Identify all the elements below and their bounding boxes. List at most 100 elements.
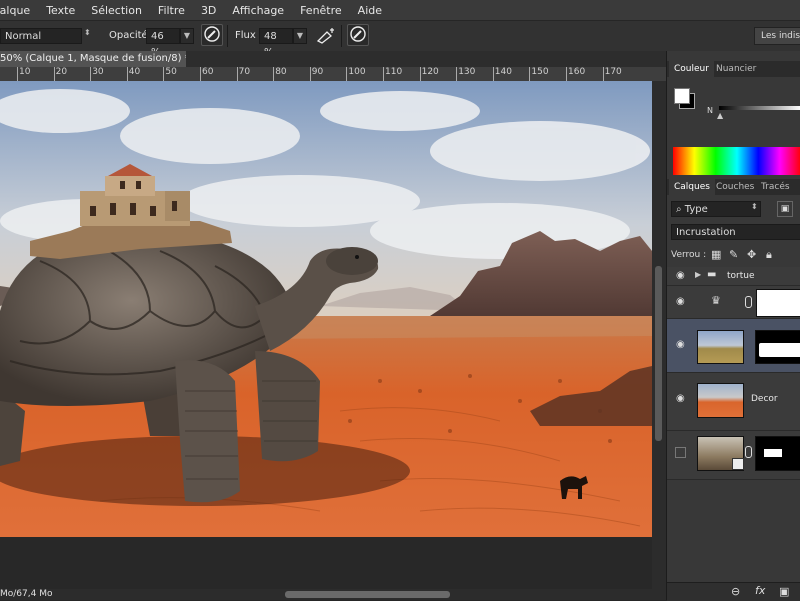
ruler-tick-mark: [200, 67, 201, 81]
tab-nuancier[interactable]: Nuancier: [711, 61, 761, 77]
ruler-tick-mark: [419, 67, 421, 81]
foreground-color-swatch[interactable]: [674, 88, 690, 104]
pressure-opacity-button[interactable]: [201, 24, 223, 46]
ruler-tick-label: 20: [55, 67, 68, 77]
opacity-input[interactable]: 46 %: [146, 28, 180, 58]
flux-dropdown[interactable]: ▼: [293, 28, 307, 44]
menu-3d[interactable]: 3D: [193, 4, 224, 17]
eye-icon[interactable]: ◉: [676, 393, 685, 404]
right-panel: Couleur Nuancier N ▲ Calques Couches Tra…: [666, 51, 800, 601]
layer-row-decor[interactable]: ◉ Decor: [667, 373, 800, 431]
ruler-tick-label: 160: [568, 67, 586, 77]
ruler-tick-label: 150: [531, 67, 549, 77]
ruler-tick-label: 40: [128, 67, 141, 77]
status-bar-doc-size[interactable]: Mo/67,4 Mo: [0, 589, 80, 600]
image-filter-icon[interactable]: ▣: [777, 201, 793, 217]
move-icon[interactable]: ✥: [747, 248, 756, 261]
tab-traces[interactable]: Tracés: [756, 179, 795, 195]
menu-selection[interactable]: Sélection: [83, 4, 150, 17]
ruler-tick-mark: [126, 67, 128, 81]
link-icon[interactable]: [745, 446, 752, 458]
ruler-tick-label: 10: [19, 67, 31, 77]
ruler-tick-mark: [90, 67, 92, 81]
lock-transparency-icon[interactable]: ▦: [711, 248, 721, 261]
adjustment-levels-icon: ♛: [711, 294, 721, 307]
chevron-right-icon[interactable]: ▶: [695, 270, 701, 279]
layer-mask-thumbnail[interactable]: [755, 330, 800, 364]
opacity-dropdown[interactable]: ▼: [180, 28, 194, 44]
layer-name[interactable]: tortue: [727, 271, 755, 281]
workspace-button[interactable]: Les indisp: [754, 27, 800, 45]
menu-affichage[interactable]: Affichage: [224, 4, 292, 17]
document-canvas[interactable]: [0, 81, 652, 537]
ruler-tick-mark: [566, 67, 567, 81]
layer-thumbnail[interactable]: [697, 383, 744, 418]
menu-aide[interactable]: Aide: [350, 4, 390, 17]
menu-filtre[interactable]: Filtre: [150, 4, 193, 17]
layer-filter-select[interactable]: ⌕ Type: [671, 201, 761, 217]
menu-fenetre[interactable]: Fenêtre: [292, 4, 350, 17]
ruler-tick-label: 30: [92, 67, 104, 77]
ruler-tick-mark: [163, 67, 165, 81]
chevron-updown-icon: ⬍: [751, 202, 758, 211]
slider-handle[interactable]: ▲: [717, 111, 723, 120]
fx-icon[interactable]: fx: [755, 584, 765, 597]
layer-name[interactable]: Decor: [751, 394, 778, 404]
vertical-scroll-thumb[interactable]: [655, 266, 662, 441]
link-icon[interactable]: [745, 296, 752, 308]
ruler-tick-label: 60: [202, 67, 214, 77]
eye-icon[interactable]: ◉: [676, 296, 685, 307]
horizontal-scroll-thumb[interactable]: [285, 591, 450, 598]
ruler-tick-label: 100: [348, 67, 366, 77]
menu-calque[interactable]: Calque: [0, 4, 38, 17]
options-bar: Normal ⬍ Opacité : 46 % ▼ Flux : 48 % ▼ …: [0, 20, 800, 58]
blend-mode-select[interactable]: Normal: [0, 28, 82, 44]
tab-couches[interactable]: Couches: [711, 179, 759, 195]
ruler-tick-label: 50: [165, 67, 177, 77]
ruler-tick-mark: [602, 67, 604, 81]
ruler-tick-mark: [492, 67, 494, 81]
flux-input[interactable]: 48 %: [259, 28, 293, 58]
lock-label: Verrou :: [671, 250, 707, 260]
eye-icon[interactable]: ◉: [676, 270, 685, 281]
ruler-tick-mark: [346, 67, 348, 81]
separator: [227, 25, 228, 47]
ruler-tick-mark: [383, 67, 384, 81]
visibility-toggle-off[interactable]: [675, 447, 686, 458]
slider-label: N: [707, 106, 713, 115]
ruler-corner: [654, 67, 666, 81]
layer-blend-select[interactable]: Incrustation: [671, 224, 800, 240]
layer-row-smart[interactable]: [667, 431, 800, 480]
color-panel-tabs: Couleur Nuancier: [667, 61, 800, 77]
pressure-icon: [350, 26, 366, 42]
mask-shape: [764, 449, 782, 457]
ruler-tick-mark: [309, 67, 311, 81]
ruler-tick-label: 70: [238, 67, 251, 77]
layer-mask-thumbnail[interactable]: [755, 436, 800, 471]
document-tab[interactable]: 50% (Calque 1, Masque de fusion/8) * ×: [0, 51, 186, 67]
lock-icon[interactable]: 🔒︎: [766, 248, 772, 262]
tab-couleur[interactable]: Couleur: [669, 61, 714, 77]
layer-row-adjustment[interactable]: ◉ ♛: [667, 286, 800, 319]
brush-icon[interactable]: ✎: [729, 248, 738, 261]
link-icon[interactable]: ⊖: [731, 585, 740, 598]
menu-texte[interactable]: Texte: [38, 4, 83, 17]
tab-calques[interactable]: Calques: [669, 179, 715, 195]
ruler-tick-label: 110: [385, 67, 403, 77]
eye-icon[interactable]: ◉: [676, 339, 685, 350]
color-spectrum[interactable]: [673, 147, 800, 175]
airbrush-icon: [316, 28, 334, 44]
add-mask-icon[interactable]: ▣: [779, 585, 789, 598]
airbrush-button[interactable]: [315, 26, 337, 46]
layer-thumbnail[interactable]: [697, 330, 744, 364]
layer-row-group[interactable]: ◉ ▶ ▬ tortue: [667, 267, 800, 286]
ruler-tick-mark: [529, 67, 531, 81]
layer-mask-thumbnail[interactable]: [756, 289, 800, 317]
layer-row-selected[interactable]: ◉: [667, 319, 800, 373]
canvas-image: [0, 81, 652, 537]
pressure-icon: [204, 26, 220, 42]
pressure-size-button[interactable]: [347, 24, 369, 46]
ruler-tick-mark: [53, 67, 55, 81]
ruler-tick-label: 90: [311, 67, 324, 77]
grayscale-slider[interactable]: [719, 106, 800, 110]
